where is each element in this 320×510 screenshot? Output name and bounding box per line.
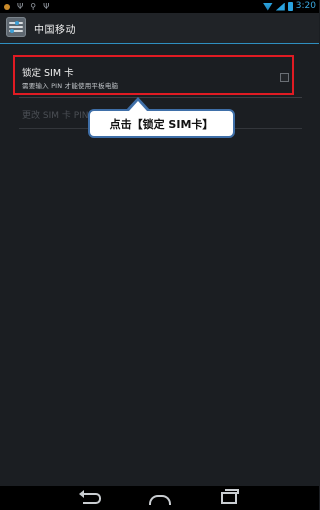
status-left: Ψ ⚲ Ψ [4, 2, 49, 11]
wifi-icon [262, 2, 273, 11]
signal-icon [275, 2, 285, 11]
psi-icon: Ψ [17, 2, 24, 11]
settings-app-icon[interactable] [6, 17, 26, 37]
status-right: 3:20 [262, 1, 316, 12]
callout-text: 点击【锁定 SIM卡】 [109, 117, 214, 131]
notification-icon [4, 3, 10, 10]
back-icon[interactable] [79, 489, 104, 506]
home-icon[interactable] [148, 490, 172, 506]
psi-icon: Ψ [43, 2, 50, 11]
usb-icon: ⚲ [30, 2, 37, 11]
battery-icon [287, 2, 293, 11]
highlight-frame [13, 55, 294, 95]
navigation-bar [0, 486, 319, 510]
list-divider [19, 97, 302, 98]
status-time: 3:20 [295, 1, 316, 11]
callout-tail-inner [129, 101, 147, 111]
status-bar: Ψ ⚲ Ψ 3:20 [0, 0, 319, 13]
change-pin-title: 更改 SIM 卡 PIN [22, 111, 89, 121]
page-title: 中国移动 [34, 25, 76, 36]
action-bar: 中国移动 [0, 13, 319, 44]
recent-apps-icon[interactable] [217, 489, 241, 506]
instruction-callout: 点击【锁定 SIM卡】 [88, 109, 235, 138]
